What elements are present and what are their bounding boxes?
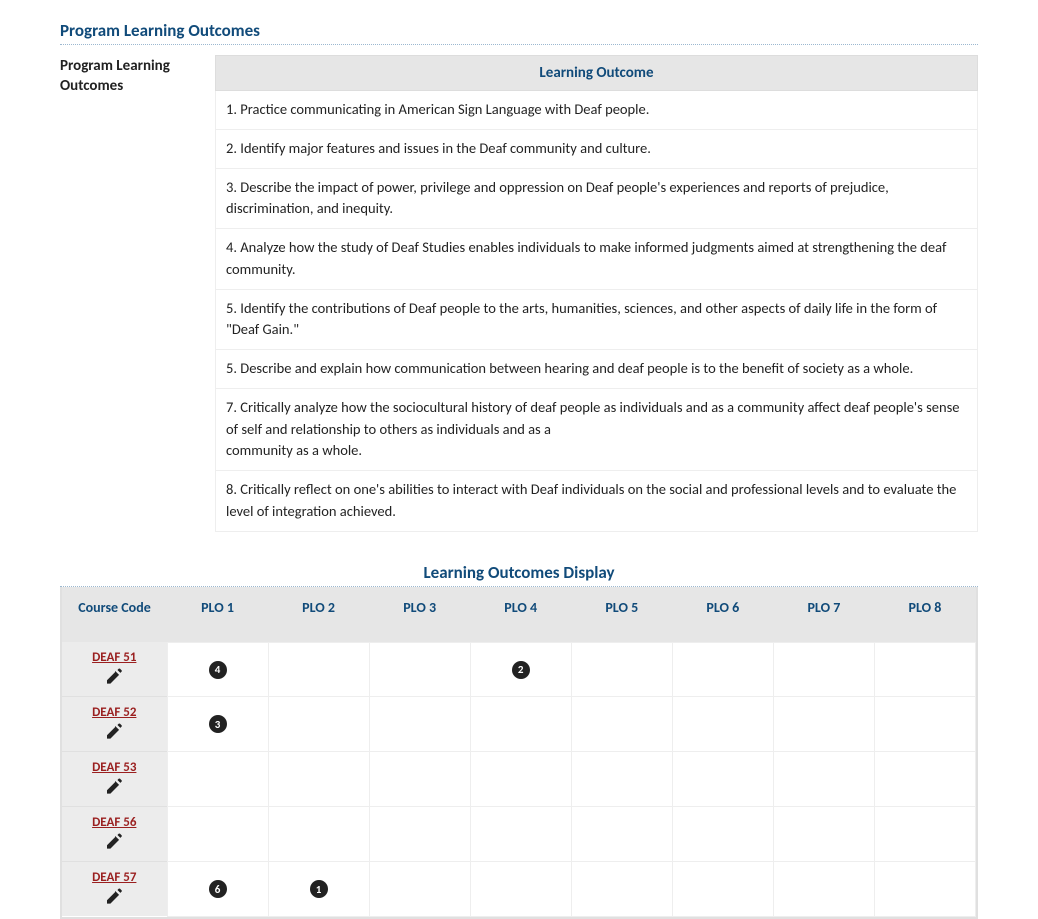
count-badge: 2 — [512, 661, 530, 679]
plo-cell — [773, 697, 874, 752]
outcome-cell: 8. Critically reflect on one's abilities… — [216, 471, 978, 532]
count-badge: 1 — [310, 880, 328, 898]
edit-icon[interactable] — [106, 833, 122, 849]
course-code-link[interactable]: DEAF 52 — [68, 705, 161, 720]
edit-icon[interactable] — [106, 778, 122, 794]
edit-icon[interactable] — [106, 723, 122, 739]
course-code-link[interactable]: DEAF 51 — [68, 650, 161, 665]
table-row: DEAF 56 — [62, 807, 976, 862]
table-row: DEAF 57 6 1 — [62, 862, 976, 917]
plo-cell — [268, 642, 369, 697]
plo-cell — [672, 697, 773, 752]
plo-cell — [874, 807, 975, 862]
plo-section-title: Program Learning Outcomes — [60, 20, 978, 45]
plo-cell — [773, 862, 874, 917]
plo-cell: 6 — [167, 862, 268, 917]
course-code-header: Course Code — [62, 587, 167, 643]
display-section-title: Learning Outcomes Display — [60, 562, 978, 587]
table-row: DEAF 53 — [62, 752, 976, 807]
plo-cell — [773, 752, 874, 807]
plo-column-header: PLO 2 — [268, 587, 369, 643]
plo-cell — [369, 807, 470, 862]
count-badge: 3 — [209, 715, 227, 733]
outcome-cell: 5. Identify the contributions of Deaf pe… — [216, 289, 978, 350]
plo-column-header: PLO 8 — [874, 587, 975, 643]
count-badge: 6 — [209, 880, 227, 898]
plo-cell — [874, 752, 975, 807]
outcome-cell: 7. Critically analyze how the sociocultu… — [216, 388, 978, 470]
plo-cell — [268, 807, 369, 862]
plo-cell — [369, 752, 470, 807]
plo-side-label: Program Learning Outcomes — [60, 55, 195, 532]
plo-cell — [773, 807, 874, 862]
plo-cell — [470, 752, 571, 807]
plo-cell: 4 — [167, 642, 268, 697]
plo-cell — [268, 752, 369, 807]
plo-cell — [571, 807, 672, 862]
plo-cell — [369, 862, 470, 917]
plo-column-header: PLO 1 — [167, 587, 268, 643]
plo-column-header: PLO 4 — [470, 587, 571, 643]
plo-cell — [773, 642, 874, 697]
edit-icon[interactable] — [106, 668, 122, 684]
table-row: DEAF 52 3 — [62, 697, 976, 752]
plo-cell — [571, 697, 672, 752]
table-row: DEAF 51 4 2 — [62, 642, 976, 697]
plo-cell — [167, 752, 268, 807]
plo-cell: 2 — [470, 642, 571, 697]
plo-cell — [167, 807, 268, 862]
plo-cell — [470, 697, 571, 752]
plo-column-header: PLO 3 — [369, 587, 470, 643]
plo-column-header: PLO 5 — [571, 587, 672, 643]
course-code-link[interactable]: DEAF 56 — [68, 815, 161, 830]
plo-cell — [672, 862, 773, 917]
outcome-cell: 1. Practice communicating in American Si… — [216, 91, 978, 130]
plo-cell — [369, 697, 470, 752]
plo-outcomes-table: Learning Outcome 1. Practice communicati… — [215, 55, 978, 532]
plo-cell — [874, 642, 975, 697]
outcome-cell: 3. Describe the impact of power, privile… — [216, 168, 978, 229]
plo-cell — [874, 862, 975, 917]
plo-cell — [470, 807, 571, 862]
plo-cell — [268, 697, 369, 752]
plo-cell — [672, 642, 773, 697]
plo-cell — [672, 807, 773, 862]
count-badge: 4 — [209, 661, 227, 679]
plo-cell — [571, 642, 672, 697]
plo-cell — [470, 862, 571, 917]
course-code-link[interactable]: DEAF 57 — [68, 870, 161, 885]
outcome-cell: 2. Identify major features and issues in… — [216, 129, 978, 168]
outcome-cell: 4. Analyze how the study of Deaf Studies… — [216, 229, 978, 290]
learning-outcomes-display-table: Course CodePLO 1PLO 2PLO 3PLO 4PLO 5PLO … — [62, 587, 976, 917]
plo-cell — [369, 642, 470, 697]
plo-column-header: PLO 7 — [773, 587, 874, 643]
edit-icon[interactable] — [106, 888, 122, 904]
plo-cell: 3 — [167, 697, 268, 752]
plo-cell — [672, 752, 773, 807]
plo-cell — [874, 697, 975, 752]
course-code-link[interactable]: DEAF 53 — [68, 760, 161, 775]
plo-cell: 1 — [268, 862, 369, 917]
plo-cell — [571, 862, 672, 917]
plo-table-header: Learning Outcome — [216, 56, 978, 91]
outcome-cell: 5. Describe and explain how communicatio… — [216, 350, 978, 389]
plo-cell — [571, 752, 672, 807]
plo-column-header: PLO 6 — [672, 587, 773, 643]
